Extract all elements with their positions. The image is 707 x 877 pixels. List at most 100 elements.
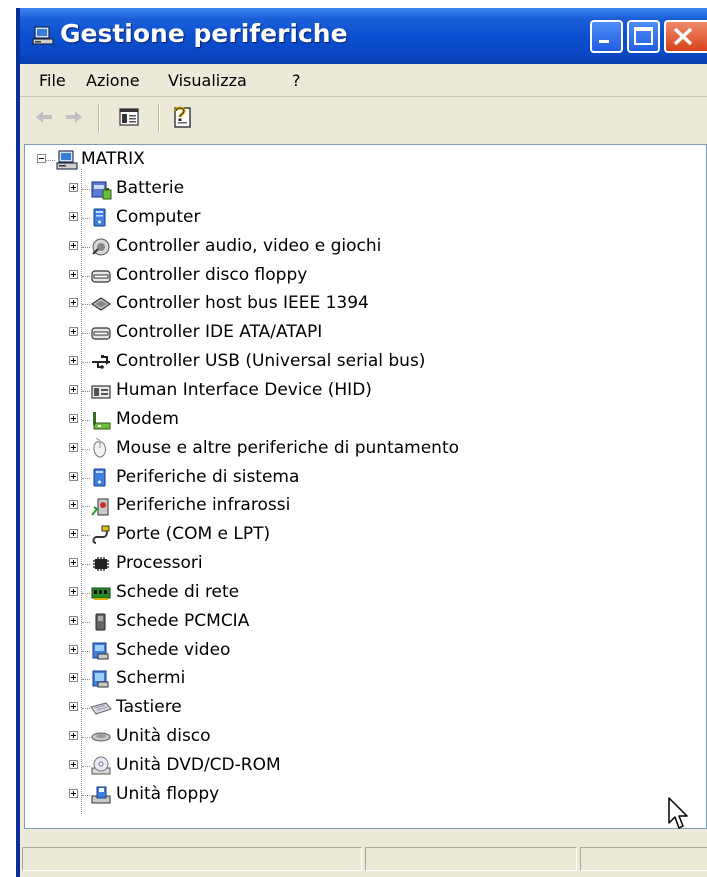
- tree-connector-line: [82, 506, 90, 507]
- tree-item-label: Periferiche di sistema: [116, 467, 300, 487]
- tree-item[interactable]: Unità disco: [25, 724, 665, 750]
- tree-item-label: Batterie: [116, 178, 185, 198]
- status-panel: [22, 847, 362, 871]
- tree-connector-line: [82, 304, 90, 305]
- tree-item-label: Schermi: [116, 668, 186, 688]
- mouse-icon: [93, 438, 106, 458]
- tree-item-label: Mouse e altre periferiche di puntamento: [116, 438, 460, 458]
- tree-item[interactable]: Modem: [25, 407, 665, 433]
- forward-arrow-icon[interactable]: [64, 108, 84, 126]
- tree-item-label: Modem: [116, 409, 179, 429]
- window-title: Gestione periferiche: [60, 19, 348, 48]
- expand-toggle[interactable]: [69, 760, 78, 769]
- expand-toggle[interactable]: [69, 327, 78, 336]
- expand-toggle[interactable]: [69, 731, 78, 740]
- expand-toggle[interactable]: [69, 443, 78, 452]
- disk-controller-icon: [91, 327, 111, 340]
- computer-icon: [93, 208, 106, 227]
- menu-visualizza[interactable]: Visualizza: [168, 71, 247, 90]
- tree-item-label: Unità floppy: [116, 784, 220, 804]
- tree-connector-line: [82, 651, 90, 652]
- tree-item[interactable]: Controller host bus IEEE 1394: [25, 291, 665, 317]
- tree-item[interactable]: Controller USB (Universal serial bus): [25, 349, 665, 375]
- expand-toggle[interactable]: [69, 616, 78, 625]
- help-properties-icon[interactable]: [170, 105, 194, 129]
- tree-item-label: Computer: [116, 207, 201, 227]
- collapse-toggle[interactable]: [37, 154, 46, 163]
- tree-item-label: Controller host bus IEEE 1394: [116, 293, 369, 313]
- expand-toggle[interactable]: [69, 472, 78, 481]
- minimize-button[interactable]: [590, 20, 623, 53]
- expand-toggle[interactable]: [69, 702, 78, 711]
- expand-toggle[interactable]: [69, 789, 78, 798]
- tree-item-label: Porte (COM e LPT): [116, 524, 271, 544]
- expand-toggle[interactable]: [69, 298, 78, 307]
- tree-item-label: Controller disco floppy: [116, 265, 308, 285]
- expand-toggle[interactable]: [69, 356, 78, 365]
- expand-toggle[interactable]: [69, 645, 78, 654]
- tree-item[interactable]: Controller IDE ATA/ATAPI: [25, 320, 665, 346]
- usb-icon: [92, 355, 110, 369]
- tree-item[interactable]: Batterie: [25, 176, 665, 202]
- menu-separator: [20, 96, 707, 97]
- expand-toggle[interactable]: [69, 241, 78, 250]
- expand-toggle[interactable]: [69, 270, 78, 279]
- toolbar-separator: [158, 104, 160, 132]
- tree-item[interactable]: Porte (COM e LPT): [25, 522, 665, 548]
- tree-item[interactable]: Computer: [25, 205, 665, 231]
- expand-toggle[interactable]: [69, 558, 78, 567]
- tree-connector-line: [82, 737, 90, 738]
- expand-toggle[interactable]: [69, 500, 78, 509]
- modem-icon: [93, 412, 111, 430]
- tree-item[interactable]: Controller disco floppy: [25, 263, 665, 289]
- close-icon: [673, 27, 693, 46]
- tree-connector-line: [82, 535, 90, 536]
- tree-item[interactable]: Schermi: [25, 666, 665, 692]
- expand-toggle[interactable]: [69, 673, 78, 682]
- tree-root-matrix[interactable]: MATRIX: [25, 147, 625, 173]
- tree-item[interactable]: Schede video: [25, 638, 665, 664]
- tree-item[interactable]: Unità floppy: [25, 782, 665, 808]
- tree-item-label: Unità DVD/CD-ROM: [116, 755, 281, 775]
- expand-toggle[interactable]: [69, 587, 78, 596]
- show-hide-tree-icon[interactable]: [119, 108, 139, 126]
- tree-item[interactable]: Processori: [25, 551, 665, 577]
- expand-toggle[interactable]: [69, 385, 78, 394]
- tree-item[interactable]: Controller audio, video e giochi: [25, 234, 665, 260]
- computer-icon: [56, 150, 78, 170]
- menu-help[interactable]: ?: [292, 71, 301, 90]
- maximize-button[interactable]: [627, 20, 660, 53]
- tree-connector-line: [82, 189, 90, 190]
- menu-azione[interactable]: Azione: [86, 71, 140, 90]
- menu-bar: File Azione Visualizza ?: [20, 64, 707, 97]
- hid-icon: [91, 385, 111, 399]
- tree-item[interactable]: Unità DVD/CD-ROM: [25, 753, 665, 779]
- disk-drive-icon: [91, 732, 111, 742]
- maximize-icon: [634, 27, 653, 45]
- device-tree[interactable]: MATRIX Batterie Computer Controller audio,…: [24, 144, 707, 829]
- tree-item-label: Schede video: [116, 640, 231, 660]
- title-bar[interactable]: Gestione periferiche: [20, 8, 707, 64]
- expand-toggle[interactable]: [69, 414, 78, 423]
- tree-connector-line: [82, 362, 90, 363]
- toolbar: [20, 98, 707, 138]
- tree-item[interactable]: Schede di rete: [25, 580, 665, 606]
- cdrom-icon: [91, 756, 111, 775]
- tree-item-label: Schede di rete: [116, 582, 240, 602]
- back-arrow-icon[interactable]: [34, 108, 54, 126]
- tree-item[interactable]: Periferiche di sistema: [25, 465, 665, 491]
- tree-item[interactable]: Schede PCMCIA: [25, 609, 665, 635]
- ieee1394-icon: [90, 297, 112, 311]
- expand-toggle[interactable]: [69, 212, 78, 221]
- close-button[interactable]: [664, 20, 707, 53]
- tree-item[interactable]: Tastiere: [25, 695, 665, 721]
- tree-item[interactable]: Human Interface Device (HID): [25, 378, 665, 404]
- tree-item[interactable]: Periferiche infrarossi: [25, 493, 665, 519]
- tree-item[interactable]: Mouse e altre periferiche di puntamento: [25, 436, 665, 462]
- expand-toggle[interactable]: [69, 529, 78, 538]
- battery-icon: [91, 181, 112, 200]
- expand-toggle[interactable]: [69, 183, 78, 192]
- menu-file[interactable]: File: [39, 71, 66, 90]
- client-area: File Azione Visualizza ? MATRIX Batterie…: [20, 64, 707, 877]
- tree-item-label: Unità disco: [116, 726, 211, 746]
